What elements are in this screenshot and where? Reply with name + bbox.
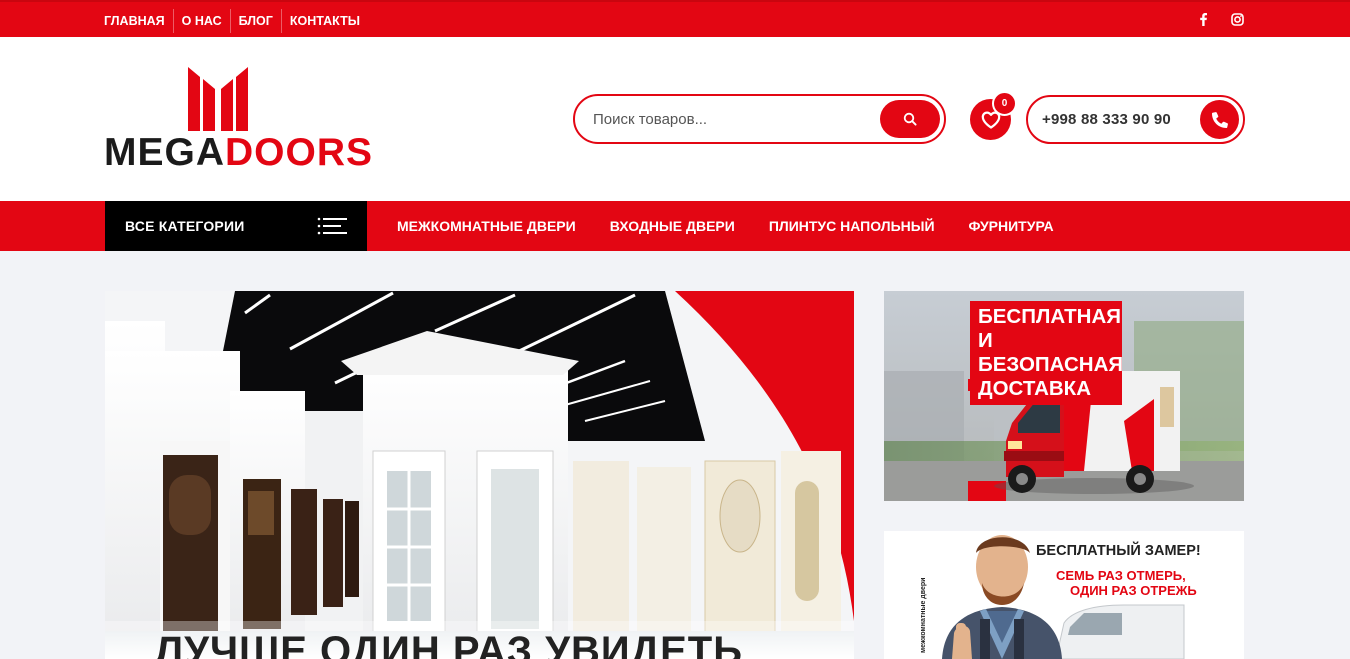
phone-contact[interactable]: +998 88 333 90 90: [1026, 95, 1245, 144]
measurement-slogan-line1: СЕМЬ РАЗ ОТМЕРЬ,: [1056, 568, 1186, 583]
instagram-icon[interactable]: [1230, 11, 1244, 27]
search-form: [573, 94, 946, 144]
social-links: [1196, 11, 1244, 27]
search-button[interactable]: [880, 100, 940, 138]
all-categories-button[interactable]: ВСЕ КАТЕГОРИИ: [105, 201, 367, 251]
menu-lines-icon: [317, 217, 347, 235]
main-nav: ВСЕ КАТЕГОРИИ МЕЖКОМНАТНЫЕ ДВЕРИ ВХОДНЫЕ…: [0, 201, 1350, 251]
logo-mark-icon: [188, 67, 248, 131]
hero-banner[interactable]: ЛУЧШЕ ОДИН РАЗ УВИДЕТЬ: [105, 291, 854, 659]
site-logo[interactable]: MEGADOORS: [104, 67, 372, 175]
menu-item-skirting[interactable]: ПЛИНТУС НАПОЛЬНЫЙ: [752, 218, 952, 234]
top-nav-contacts[interactable]: КОНТАКТЫ: [282, 9, 368, 33]
logo-word-mega: MEGA: [104, 131, 225, 174]
phone-icon: [1211, 111, 1228, 128]
hero-caption: ЛУЧШЕ ОДИН РАЗ УВИДЕТЬ: [155, 629, 743, 659]
delivery-title: БЕСПЛАТНАЯ И БЕЗОПАСНАЯ ДОСТАВКА: [970, 301, 1123, 405]
top-nav: ГЛАВНАЯ О НАС БЛОГ КОНТАКТЫ: [96, 8, 368, 34]
logo-word-doors: DOORS: [225, 131, 374, 174]
hero-caption-strip: ЛУЧШЕ ОДИН РАЗ УВИДЕТЬ: [105, 621, 854, 659]
phone-number: +998 88 333 90 90: [1042, 111, 1171, 128]
measurement-slogan-line2: ОДИН РАЗ ОТРЕЖЬ: [1070, 583, 1197, 598]
top-nav-blog[interactable]: БЛОГ: [231, 9, 282, 33]
logo-wordmark: MEGADOORS: [104, 133, 373, 173]
measurement-title: БЕСПЛАТНЫЙ ЗАМЕР!: [1036, 543, 1201, 559]
top-nav-about[interactable]: О НАС: [174, 9, 231, 33]
top-nav-home[interactable]: ГЛАВНАЯ: [96, 9, 174, 33]
top-bar: ГЛАВНАЯ О НАС БЛОГ КОНТАКТЫ: [0, 0, 1350, 37]
wishlist-count-badge: 0: [992, 91, 1017, 116]
measurement-vertical-label: межкомнатные двери: [920, 577, 927, 653]
menu-item-interior-doors[interactable]: МЕЖКОМНАТНЫЕ ДВЕРИ: [380, 218, 593, 234]
all-categories-label: ВСЕ КАТЕГОРИИ: [125, 218, 245, 234]
site-header: MEGADOORS 0 +998 88 333 90 90: [0, 37, 1350, 201]
delivery-banner[interactable]: БЕСПЛАТНАЯ И БЕЗОПАСНАЯ ДОСТАВКА: [884, 291, 1244, 501]
facebook-icon[interactable]: [1196, 11, 1210, 27]
menu-item-hardware[interactable]: ФУРНИТУРА: [952, 218, 1071, 234]
measurement-banner[interactable]: БЕСПЛАТНЫЙ ЗАМЕР! СЕМЬ РАЗ ОТМЕРЬ, ОДИН …: [884, 531, 1244, 659]
search-icon: [903, 112, 917, 126]
search-input[interactable]: [593, 108, 873, 130]
hero-showroom-image: [105, 291, 854, 659]
menu-item-entrance-doors[interactable]: ВХОДНЫЕ ДВЕРИ: [593, 218, 752, 234]
category-menu: МЕЖКОМНАТНЫЕ ДВЕРИ ВХОДНЫЕ ДВЕРИ ПЛИНТУС…: [380, 201, 1071, 251]
call-button[interactable]: [1200, 100, 1239, 139]
